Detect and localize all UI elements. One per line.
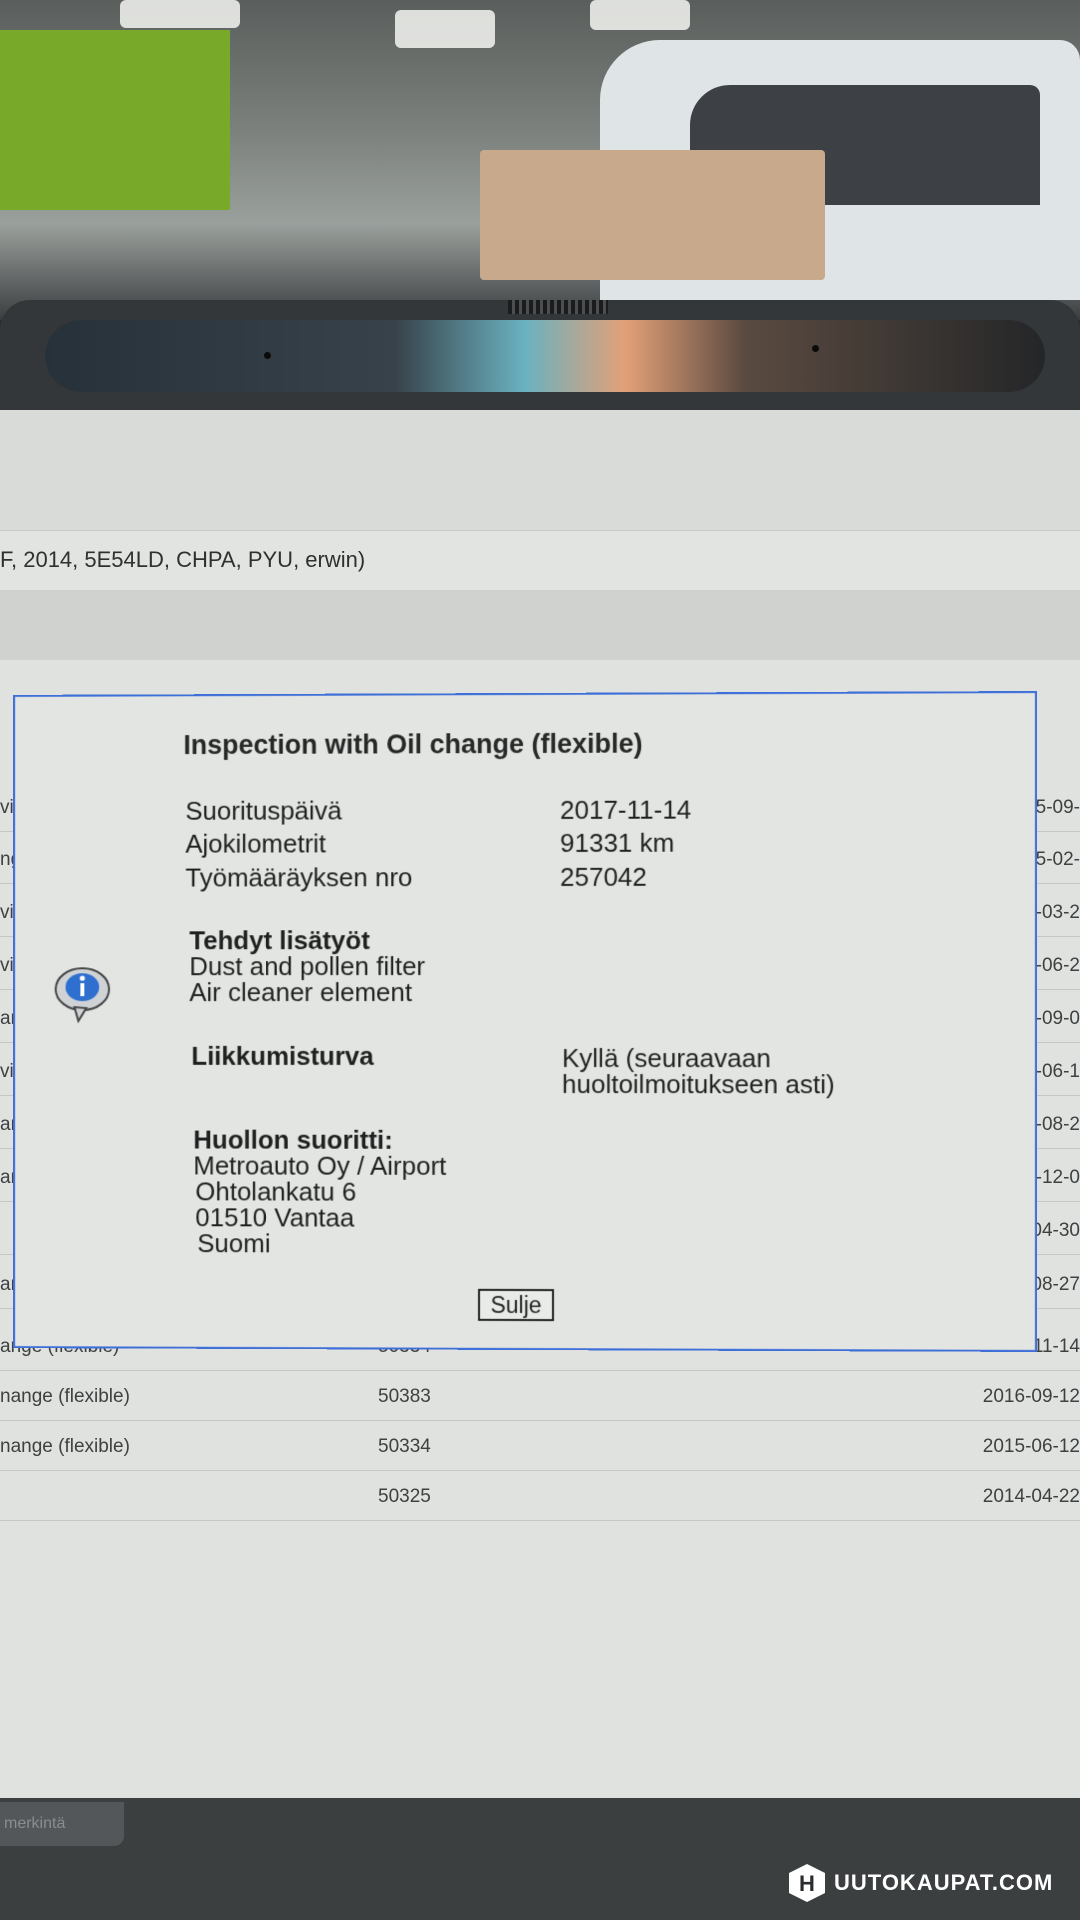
ceiling-light — [120, 0, 240, 28]
table-cell-name: nange (flexible) — [0, 1436, 130, 1457]
table-cell-date: 5-02- — [1035, 849, 1080, 870]
table-cell-date: 2016-09-12 — [982, 1386, 1080, 1407]
background-cardboard-box — [480, 150, 825, 280]
extra-work-item: Air cleaner element — [189, 977, 413, 1008]
bezel-window — [45, 320, 1045, 392]
service-details-dialog: Inspection with Oil change (flexible) Su… — [13, 691, 1037, 1352]
field-value-tyomaarays: 257042 — [560, 861, 647, 892]
background-green-wall — [0, 30, 230, 210]
watermark-logo-icon: H — [789, 1864, 825, 1902]
table-row[interactable]: nange (flexible) 50334 2015-06-12 — [0, 1422, 1080, 1471]
table-cell-code: 50383 — [378, 1386, 431, 1407]
field-value-suorituspaiva: 2017-11-14 — [560, 794, 692, 825]
field-label-tyomaarays: Työmääräyksen nro — [185, 862, 413, 893]
performed-by-line: Suomi — [197, 1228, 271, 1259]
mobility-label: Liikkumisturva — [191, 1040, 374, 1071]
camera-dot — [264, 352, 271, 359]
table-cell-date: 2015-06-12 — [982, 1436, 1080, 1457]
field-label-suorituspaiva: Suorituspäivä — [185, 795, 342, 826]
window-titlebar: F, 2014, 5E54LD, CHPA, PYU, erwin) — [0, 530, 1080, 592]
table-cell-code: 50334 — [378, 1436, 431, 1457]
field-value-ajokilometrit: 91331 km — [560, 827, 675, 858]
bezel-grille — [508, 300, 608, 314]
watermark-text: UUTOKAUPAT.COM — [834, 1870, 1054, 1895]
table-cell-code: 50325 — [378, 1486, 431, 1507]
watermark: H UUTOKAUPAT.COM — [786, 1860, 1053, 1906]
window-title: F, 2014, 5E54LD, CHPA, PYU, erwin) — [0, 547, 366, 572]
dialog-title: Inspection with Oil change (flexible) — [183, 728, 643, 761]
info-icon — [53, 965, 108, 1015]
table-row[interactable]: 50325 2014-04-22 — [0, 1472, 1080, 1521]
table-row[interactable]: nange (flexible) 50383 2016-09-12 — [0, 1372, 1080, 1421]
camera-dot — [812, 345, 819, 352]
field-label-ajokilometrit: Ajokilometrit — [185, 828, 327, 859]
tab-merkinta[interactable]: merkintä — [0, 1802, 124, 1846]
ceiling-light — [590, 0, 690, 30]
table-cell-date: 2014-04-22 — [982, 1486, 1080, 1507]
toolbar — [0, 590, 1080, 661]
close-button[interactable]: Sulje — [478, 1288, 555, 1322]
table-cell-date: 5-09- — [1035, 797, 1080, 818]
ceiling-light — [395, 10, 495, 48]
background-photo — [0, 0, 1080, 320]
table-cell-name: nange (flexible) — [0, 1386, 130, 1407]
svg-text:H: H — [799, 1871, 815, 1896]
mobility-value-cont: huoltoilmoitukseen asti) — [562, 1069, 835, 1100]
